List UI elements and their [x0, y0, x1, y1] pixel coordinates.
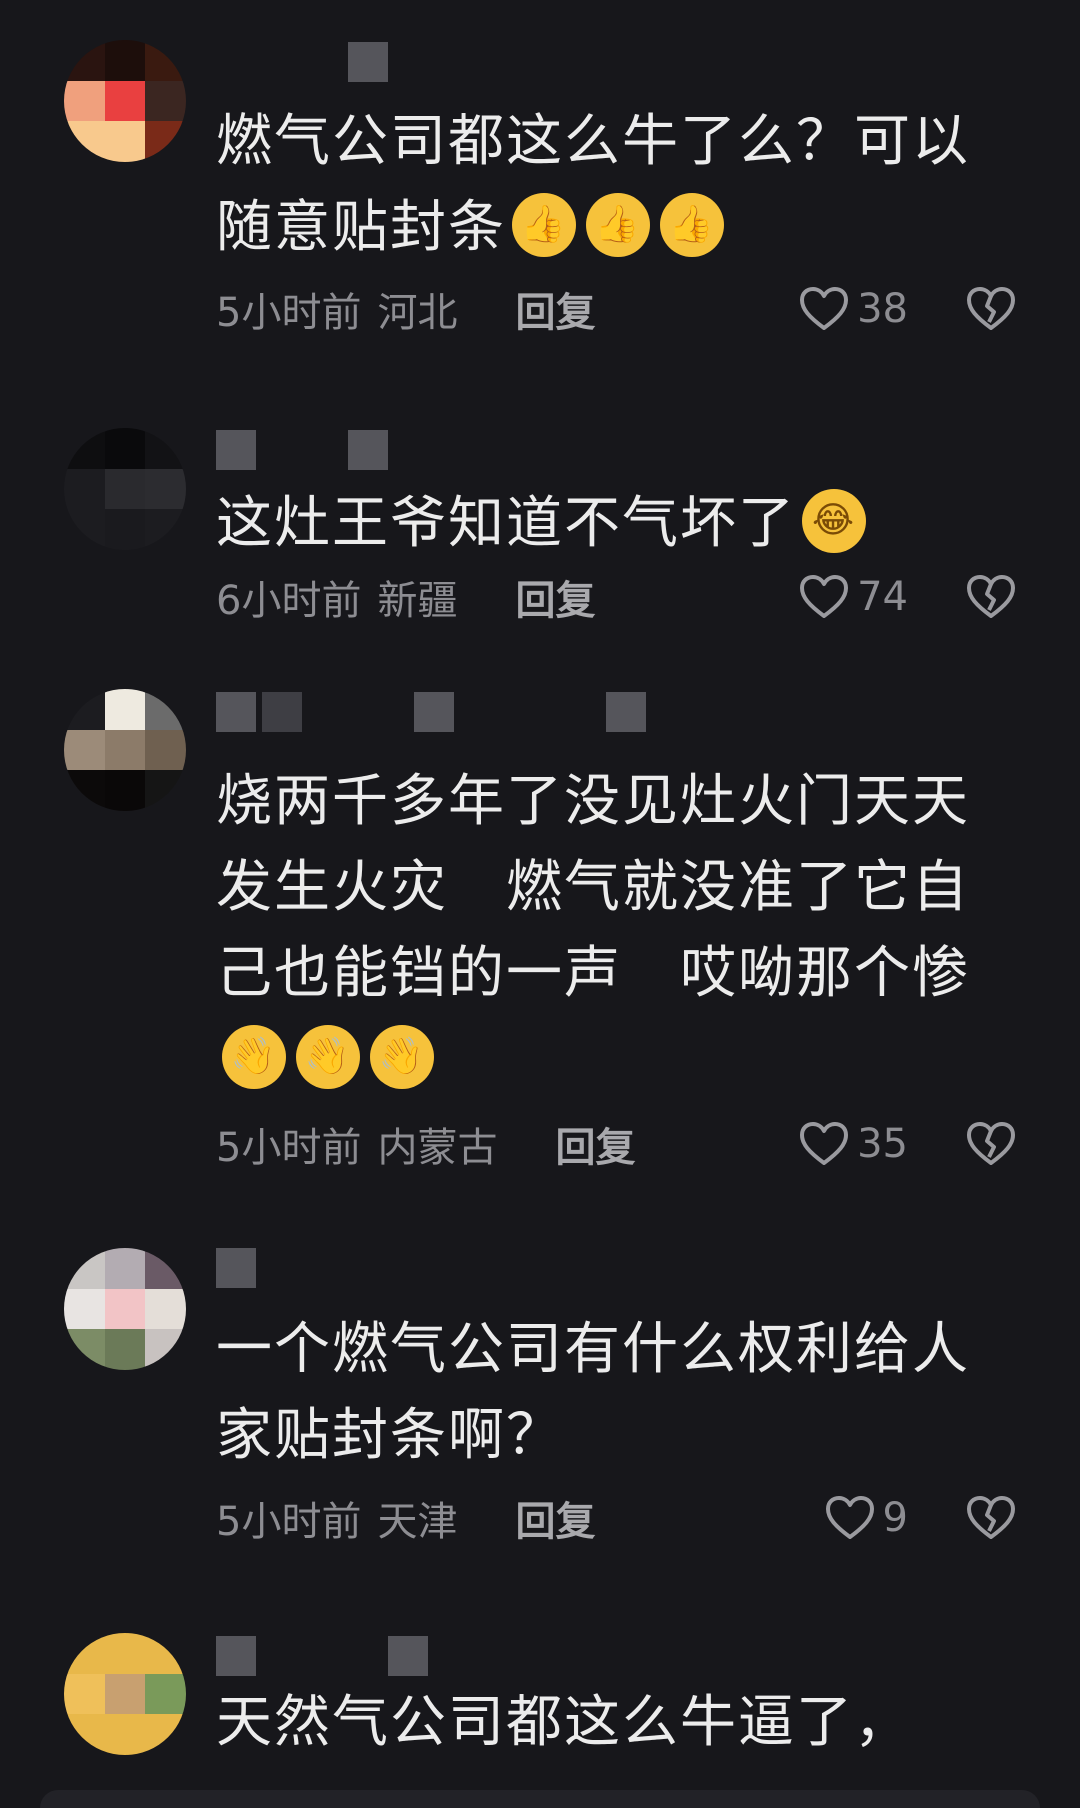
broken-heart-icon	[967, 287, 1015, 330]
avatar[interactable]	[64, 689, 186, 811]
comment-text: 天然气公司都这么牛逼了，	[216, 1690, 912, 1755]
avatar[interactable]	[64, 1248, 186, 1370]
broken-heart-icon	[967, 575, 1015, 618]
bottom-input-bar[interactable]	[40, 1790, 1040, 1808]
comment-location: 天津	[377, 1499, 458, 1545]
comment-meta: 5小时前 内蒙古 回复 35	[216, 1116, 1016, 1172]
heart-outline-icon	[825, 1496, 874, 1539]
comment-location: 河北	[377, 290, 458, 336]
comment-text: 烧两千多年了没见灶火门天天发生火灾 燃气就没准了它自己也能铛的一声 哎呦那个惨 👋…	[216, 759, 1016, 1103]
like-count: 74	[857, 574, 908, 620]
laughing-crying-icon: 😂	[802, 488, 866, 553]
reply-button[interactable]: 回复	[515, 280, 595, 338]
thumbs-up-icon: 👍	[660, 192, 724, 257]
reply-button[interactable]: 回复	[515, 1489, 595, 1547]
avatar[interactable]	[64, 40, 186, 162]
thumbs-up-icon: 👍	[512, 192, 576, 257]
comment-meta: 5小时前 天津 回复 9	[216, 1490, 1016, 1546]
comment-location: 内蒙古	[377, 1125, 498, 1171]
like-button[interactable]: 74	[799, 574, 908, 620]
broken-heart-icon	[967, 1122, 1015, 1165]
heart-outline-icon	[800, 1122, 849, 1165]
dislike-button[interactable]	[966, 1495, 1016, 1541]
dislike-button[interactable]	[966, 286, 1016, 332]
comment-time: 6小时前	[216, 578, 362, 624]
like-button[interactable]: 9	[825, 1495, 908, 1541]
comment-text: 这灶王爷知道不气坏了 😂	[216, 481, 1016, 567]
broken-heart-icon	[967, 1496, 1015, 1539]
comment-meta: 6小时前 新疆 回复 74	[216, 569, 1016, 625]
username-blurred[interactable]	[216, 1636, 428, 1676]
comment-time: 5小时前	[216, 1125, 362, 1171]
like-count: 35	[857, 1121, 908, 1167]
waving-hand-icon: 👋	[296, 1024, 360, 1089]
avatar[interactable]	[64, 1633, 186, 1755]
like-count: 9	[882, 1495, 908, 1541]
comment-text: 一个燃气公司有什么权利给人家贴封条啊？	[216, 1317, 970, 1468]
reply-button[interactable]: 回复	[515, 568, 595, 626]
comment-location: 新疆	[377, 578, 458, 624]
like-button[interactable]: 35	[799, 1121, 908, 1167]
username-blurred[interactable]	[216, 430, 388, 470]
thumbs-up-icon: 👍	[586, 192, 650, 257]
dislike-button[interactable]	[966, 574, 1016, 620]
username-blurred[interactable]	[216, 692, 646, 732]
username-blurred[interactable]	[216, 1248, 256, 1288]
comment-text: 燃气公司都这么牛了么？可以随意贴封条 👍 👍 👍	[216, 109, 970, 260]
comment-time: 5小时前	[216, 1499, 362, 1545]
like-count: 38	[857, 286, 908, 332]
dislike-button[interactable]	[966, 1121, 1016, 1167]
like-button[interactable]: 38	[799, 286, 908, 332]
heart-outline-icon	[800, 287, 849, 330]
comment-time: 5小时前	[216, 290, 362, 336]
waving-hand-icon: 👋	[370, 1024, 434, 1089]
username-blurred[interactable]	[216, 42, 388, 82]
comment-meta: 5小时前 河北 回复 38	[216, 281, 1016, 337]
waving-hand-icon: 👋	[222, 1024, 286, 1089]
heart-outline-icon	[800, 575, 849, 618]
reply-button[interactable]: 回复	[555, 1115, 635, 1173]
avatar[interactable]	[64, 428, 186, 550]
